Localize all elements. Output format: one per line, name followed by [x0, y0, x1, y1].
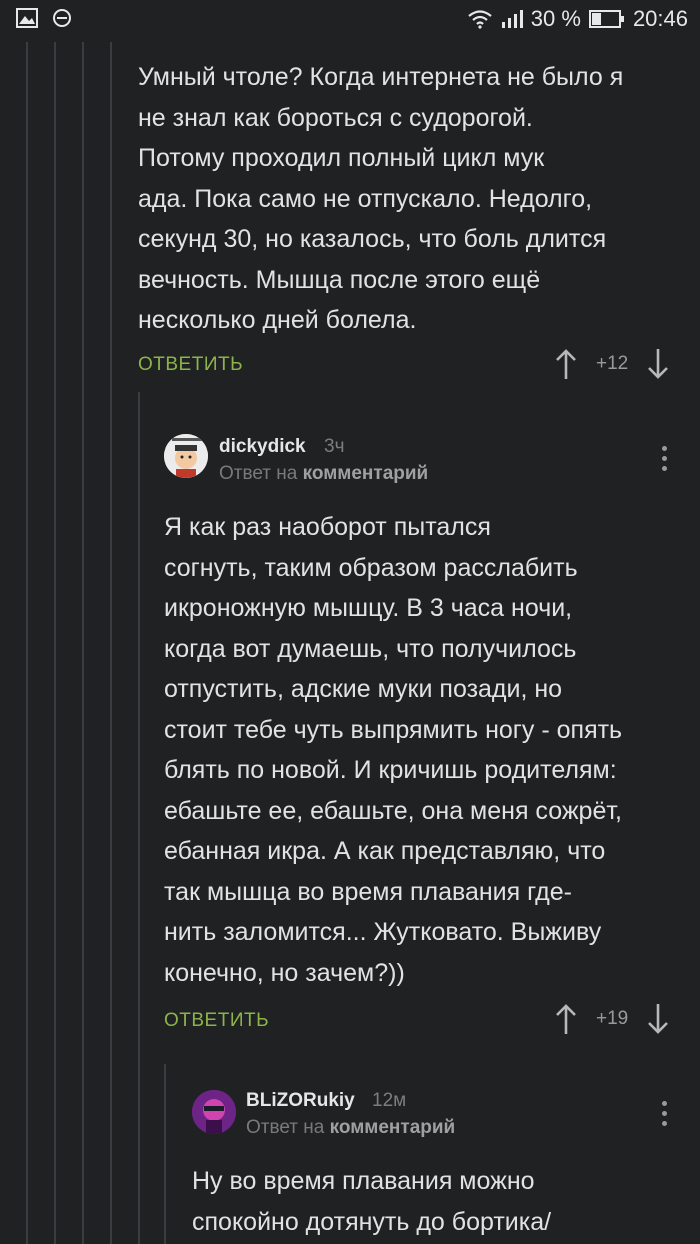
- avatar[interactable]: [192, 1090, 236, 1134]
- image-icon: [16, 8, 38, 28]
- score: +12: [596, 353, 629, 374]
- thread-line: [82, 42, 84, 1244]
- reply-target-link[interactable]: комментарий: [330, 1117, 456, 1138]
- reply-button[interactable]: ОТВЕТИТЬ: [164, 1010, 269, 1032]
- signal-icon: [501, 10, 523, 28]
- comment-time: 3ч: [324, 436, 345, 457]
- downvote-icon[interactable]: [646, 1003, 670, 1035]
- upvote-icon[interactable]: [554, 1003, 578, 1035]
- comment-time: 12м: [372, 1090, 407, 1111]
- score: +19: [596, 1008, 629, 1029]
- more-options-icon[interactable]: [660, 1101, 668, 1126]
- wifi-icon: [468, 10, 492, 29]
- vote-controls: +19: [554, 1003, 670, 1035]
- username[interactable]: dickydick: [219, 436, 306, 458]
- no-sign-icon: [53, 9, 71, 27]
- username[interactable]: BLiZORukiy: [246, 1090, 355, 1112]
- battery-icon: [588, 10, 624, 28]
- reply-button[interactable]: ОТВЕТИТЬ: [138, 354, 243, 376]
- reply-target-link[interactable]: комментарий: [303, 463, 429, 484]
- upvote-icon[interactable]: [554, 348, 578, 380]
- thread-line: [164, 1064, 166, 1244]
- status-bar: 30 % 20:46: [0, 0, 700, 42]
- battery-percent: 30 %: [530, 6, 581, 31]
- comment-body: Ну во время плавания можно спокойно дотя…: [192, 1167, 552, 1236]
- clock: 20:46: [632, 6, 688, 31]
- thread-line: [110, 42, 112, 1244]
- reply-to-line: Ответ на комментарий: [219, 463, 429, 484]
- comment-body: Умный чтоле? Когда интернета не было я н…: [138, 63, 624, 334]
- avatar-image-icon: [192, 1090, 236, 1134]
- more-options-icon[interactable]: [660, 446, 668, 471]
- reply-to-line: Ответ на комментарий: [246, 1117, 456, 1138]
- thread-line: [54, 42, 56, 1244]
- thread-line: [138, 392, 140, 1244]
- avatar-image-icon: [164, 434, 208, 478]
- comment-body: Я как раз наоборот пытался согнуть, таки…: [164, 513, 623, 987]
- downvote-icon[interactable]: [646, 348, 670, 380]
- avatar[interactable]: [164, 434, 208, 478]
- thread-line: [26, 42, 28, 1244]
- vote-controls: +12: [554, 348, 670, 380]
